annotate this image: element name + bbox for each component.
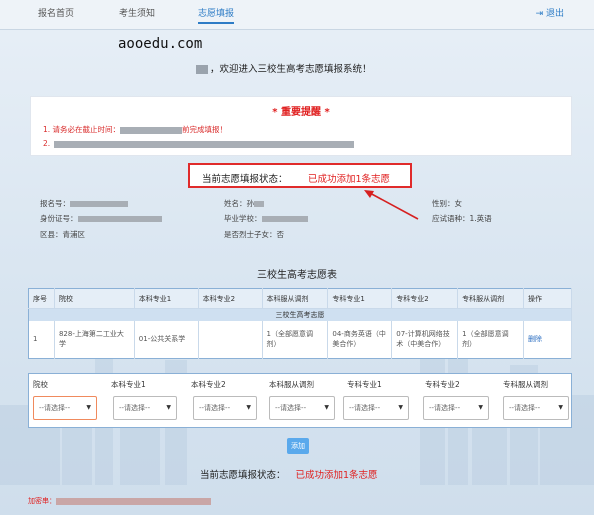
cell-bk2 [198, 320, 263, 359]
redacted-encrypted-string [56, 497, 211, 505]
application-table: 序号 院校 本科专业1 本科专业2 本科服从调剂 专科专业1 专科专业2 专科服… [28, 288, 572, 359]
zk1-select[interactable]: --请选择-- ▼ [343, 396, 409, 420]
gender-field: 性别：女 [432, 199, 462, 208]
form-label-zk-adjust: 专科服从调剂 [503, 380, 548, 389]
redacted-deadline [120, 126, 183, 134]
form-label-zk2: 专科专业2 [425, 380, 460, 389]
important-notice: * 重要提醒 * 1. 请务必在截止时间： 前完成填报！ 2. [30, 96, 572, 156]
district-field: 区县：青浦区 [40, 230, 85, 239]
bk2-select[interactable]: --请选择-- ▼ [193, 396, 257, 420]
column-header: 本科专业1 [134, 288, 199, 309]
notice-title: * 重要提醒 * [272, 107, 330, 118]
delete-link[interactable]: 删除 [528, 335, 542, 343]
school-field: 毕业学校： [224, 213, 308, 224]
table-row: 1 828-上海第二工业大学 01-公共关系学 1（全部愿意调剂） 04-商务英… [28, 320, 572, 359]
exam-language-field: 应试语种：1.英语 [432, 214, 492, 223]
top-navigation: 报名首页 考生须知 志愿填报 ⇥ 退出 [0, 0, 594, 30]
redacted-name [196, 65, 208, 74]
bottom-status-label: 当前志愿填报状态： [200, 470, 286, 481]
status-value: 已成功添加1条志愿 [308, 174, 391, 185]
cell-zk-adjust: 1（全部愿意调剂） [457, 320, 525, 359]
reg-number-field: 报名号： [40, 198, 128, 209]
redacted-notice-text [54, 140, 355, 148]
column-header: 本科服从调剂 [262, 288, 329, 309]
logout-label: 退出 [545, 9, 564, 19]
column-header: 专科专业2 [391, 288, 459, 309]
chevron-down-icon: ▼ [86, 404, 91, 411]
status-label: 当前志愿填报状态： [202, 174, 288, 185]
form-label-bk-adjust: 本科服从调剂 [269, 380, 314, 389]
group-label: 三校生高考志愿 [28, 308, 572, 321]
form-label-bk2: 本科专业2 [191, 380, 226, 389]
notice-line-1: 1. 请务必在截止时间： 前完成填报！ [43, 125, 228, 134]
column-header: 院校 [54, 288, 135, 309]
name-field: 姓名：孙 [224, 198, 264, 209]
table-title: 三校生高考志愿表 [257, 270, 337, 281]
bk1-select[interactable]: --请选择-- ▼ [113, 396, 177, 420]
redacted-reg-number [70, 201, 128, 207]
encrypted-string: 加密串： [28, 496, 211, 506]
form-label-school: 院校 [33, 380, 48, 389]
chevron-down-icon: ▼ [558, 404, 563, 411]
column-header: 专科服从调剂 [457, 288, 525, 309]
cell-zk1: 04-商务英语（中美合作） [327, 320, 393, 359]
martyr-child-field: 是否烈士子女：否 [224, 230, 284, 239]
cell-bk-adjust: 1（全部愿意调剂） [262, 320, 329, 359]
column-header: 本科专业2 [198, 288, 263, 309]
welcome-message: ，欢迎进入三校生高考志愿填报系统！ [196, 61, 372, 75]
zk2-select[interactable]: --请选择-- ▼ [423, 396, 489, 420]
cell-bk1: 01-公共关系学 [134, 320, 199, 359]
bottom-status-value: 已成功添加1条志愿 [295, 470, 378, 481]
cell-school: 828-上海第二工业大学 [54, 320, 135, 359]
bk-adjust-select[interactable]: --请选择-- ▼ [269, 396, 335, 420]
tab-application[interactable]: 志愿填报 [198, 6, 235, 24]
notice-line-2: 2. [43, 139, 355, 148]
logout-button[interactable]: ⇥ 退出 [536, 6, 564, 19]
id-number-field: 身份证号： [40, 213, 162, 224]
chevron-down-icon: ▼ [398, 404, 403, 411]
add-button[interactable]: 添加 [287, 438, 309, 454]
add-application-form: 院校 本科专业1 本科专业2 本科服从调剂 专科专业1 专科专业2 专科服从调剂… [28, 373, 572, 428]
cell-no: 1 [28, 320, 55, 359]
chevron-down-icon: ▼ [246, 404, 251, 411]
bottom-status: 当前志愿填报状态： 已成功添加1条志愿 [200, 467, 378, 481]
table-header-row: 序号 院校 本科专业1 本科专业2 本科服从调剂 专科专业1 专科专业2 专科服… [28, 288, 572, 309]
redacted-id-number [77, 216, 162, 222]
cell-zk2: 07-计算机网络技术（中美合作） [391, 320, 459, 359]
school-select[interactable]: --请选择-- ▼ [33, 396, 97, 420]
watermark-text: aooedu.com [118, 36, 203, 52]
column-header: 操作 [523, 288, 572, 309]
column-header: 序号 [28, 288, 55, 309]
chevron-down-icon: ▼ [478, 404, 483, 411]
chevron-down-icon: ▼ [166, 404, 171, 411]
chevron-down-icon: ▼ [324, 404, 329, 411]
tab-home[interactable]: 报名首页 [38, 6, 74, 19]
logout-icon: ⇥ [535, 9, 544, 19]
application-status-box: 当前志愿填报状态： 已成功添加1条志愿 [188, 163, 412, 188]
redacted-school [261, 216, 308, 222]
column-header: 专科专业1 [327, 288, 393, 309]
tab-notice[interactable]: 考生须知 [119, 6, 155, 19]
table-group-row: 三校生高考志愿 [28, 308, 572, 321]
form-label-zk1: 专科专业1 [347, 380, 382, 389]
zk-adjust-select[interactable]: --请选择-- ▼ [503, 396, 569, 420]
annotation-arrow [364, 190, 419, 220]
form-label-bk1: 本科专业1 [111, 380, 146, 389]
